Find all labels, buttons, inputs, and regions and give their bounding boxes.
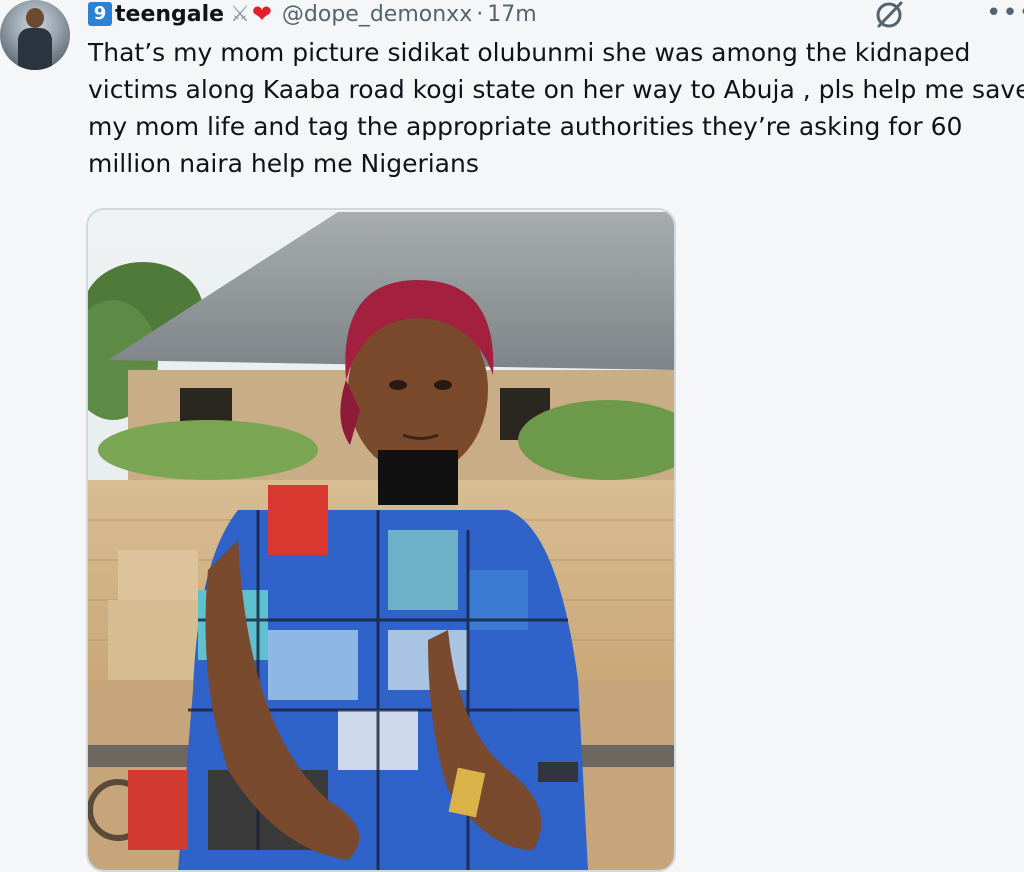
more-options-icon[interactable]: ••• — [986, 0, 1024, 26]
photo-woman-in-front-of-house — [88, 210, 674, 870]
tweet-photo[interactable] — [86, 208, 676, 872]
red-heart-icon: ❤ — [251, 0, 272, 28]
author-display-name[interactable]: teengale — [115, 2, 224, 27]
grok-icon[interactable] — [872, 0, 906, 30]
user-avatar[interactable] — [0, 0, 70, 70]
tweet-text-line: That’s my mom picture sidikat olubunmi s… — [88, 38, 971, 67]
tweet-text-line: my mom life and tag the appropriate auth… — [88, 112, 963, 141]
tweet-text: That’s my mom picture sidikat olubunmi s… — [88, 34, 1024, 182]
label-badge: 9 — [88, 2, 112, 26]
tweet-header: 9 teengale ⚔ ❤ @dope_demonxx · 17m — [88, 0, 1008, 28]
separator-dot: · — [476, 1, 484, 27]
avatar-body — [18, 28, 52, 70]
tweet-text-line: million naira help me Nigerians — [88, 149, 479, 178]
crossed-swords-icon: ⚔ — [230, 1, 250, 27]
tweet-text-line: victims along Kaaba road kogi state on h… — [88, 75, 1024, 104]
author-handle[interactable]: @dope_demonxx — [282, 2, 472, 27]
avatar-head — [26, 8, 44, 28]
tweet-timestamp[interactable]: 17m — [487, 2, 536, 27]
